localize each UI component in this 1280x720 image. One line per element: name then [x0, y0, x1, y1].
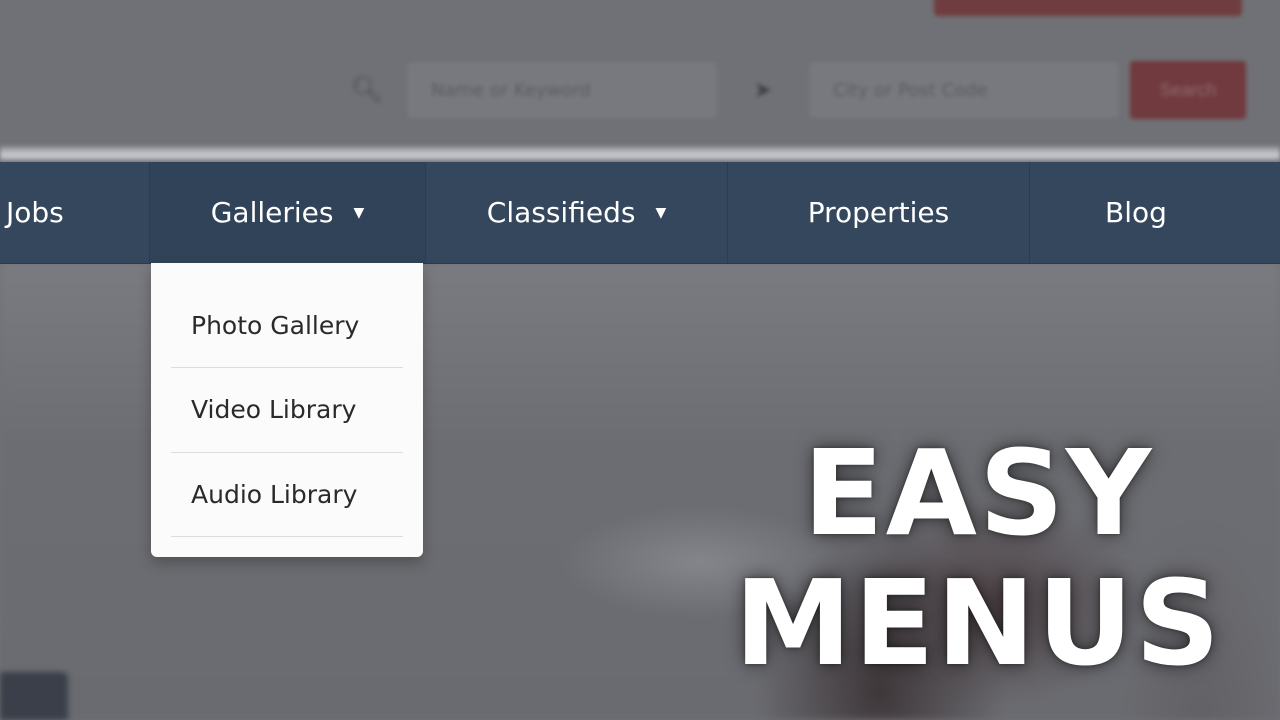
- search-icon: 🔍︎: [350, 75, 384, 105]
- top-action-button[interactable]: [934, 0, 1242, 16]
- dropdown-item-photo-gallery[interactable]: Photo Gallery: [171, 263, 403, 368]
- nav-item-label: Blog: [1105, 196, 1167, 229]
- dropdown-item-video-library[interactable]: Video Library: [171, 368, 403, 453]
- nav-item-properties[interactable]: Properties: [728, 162, 1030, 263]
- headline-overlay: EASY MENUS: [734, 428, 1222, 688]
- search-bar: 🔍︎ Name or Keyword ➤ City or Post Code S…: [326, 60, 1246, 120]
- nav-item-galleries[interactable]: Galleries ▼: [150, 162, 426, 263]
- headline-line-2: MENUS: [734, 554, 1222, 692]
- nav-item-label: Galleries: [210, 196, 334, 229]
- location-arrow-icon: ➤: [753, 77, 773, 103]
- caret-down-icon: ▼: [353, 204, 365, 221]
- keyword-input[interactable]: Name or Keyword: [408, 63, 716, 117]
- location-placeholder: City or Post Code: [833, 79, 988, 101]
- headline-line-1: EASY: [803, 424, 1154, 562]
- blurred-corner-element: [0, 672, 68, 720]
- nav-item-jobs[interactable]: Jobs: [0, 162, 150, 263]
- search-button[interactable]: Search: [1130, 61, 1246, 119]
- galleries-dropdown-menu: Photo Gallery Video Library Audio Librar…: [151, 263, 423, 557]
- main-navbar: Jobs Galleries ▼ Classifieds ▼ Propertie…: [0, 162, 1280, 263]
- nav-item-label: Jobs: [6, 196, 64, 229]
- dropdown-item-audio-library[interactable]: Audio Library: [171, 453, 403, 537]
- nav-item-blog[interactable]: Blog: [1030, 162, 1242, 263]
- keyword-placeholder: Name or Keyword: [431, 79, 591, 101]
- nav-item-label: Properties: [807, 196, 950, 229]
- nav-item-classifieds[interactable]: Classifieds ▼: [426, 162, 728, 263]
- caret-down-icon: ▼: [655, 204, 667, 221]
- location-input[interactable]: City or Post Code: [810, 63, 1118, 117]
- nav-item-label: Classifieds: [486, 196, 636, 229]
- header-divider: [0, 146, 1280, 160]
